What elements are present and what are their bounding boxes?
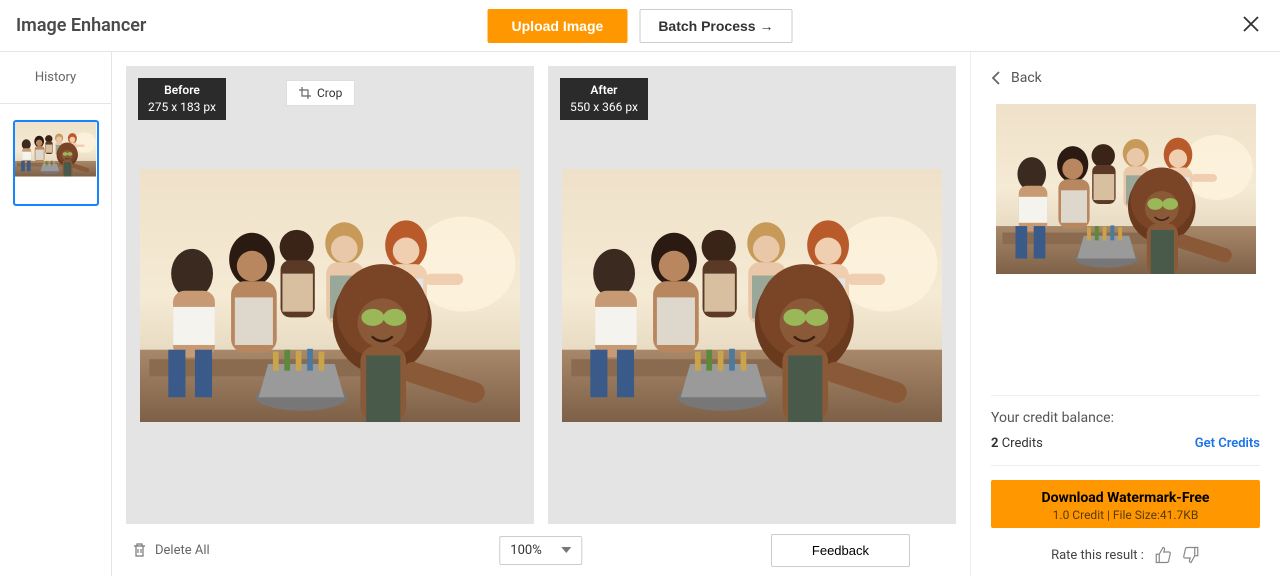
close-icon[interactable] — [1242, 14, 1260, 38]
credit-row: 2 Credits Get Credits — [991, 436, 1260, 451]
chevron-left-icon — [991, 70, 1001, 86]
history-tab[interactable]: History — [0, 52, 111, 104]
result-preview — [996, 104, 1256, 274]
crop-button[interactable]: Crop — [286, 80, 355, 106]
crop-icon — [299, 87, 311, 99]
back-button[interactable]: Back — [991, 70, 1260, 86]
download-button[interactable]: Download Watermark-Free 1.0 Credit | Fil… — [991, 480, 1260, 528]
batch-process-button[interactable]: Batch Process → — [639, 9, 792, 43]
after-image — [562, 169, 942, 422]
thumbs-down-icon[interactable] — [1182, 546, 1200, 564]
credit-block: Your credit balance: 2 Credits Get Credi… — [991, 385, 1260, 564]
divider — [991, 395, 1260, 396]
header-buttons: Upload Image Batch Process → — [488, 9, 793, 43]
before-label: Before — [148, 82, 216, 99]
crop-label: Crop — [317, 86, 342, 100]
upload-image-button[interactable]: Upload Image — [488, 9, 628, 43]
after-badge: After 550 x 366 px — [560, 78, 648, 120]
zoom-value: 100% — [510, 543, 541, 558]
download-label: Download Watermark-Free — [991, 490, 1260, 506]
main-footer: Delete All 100% Feedback — [112, 524, 970, 576]
thumbs-up-icon[interactable] — [1154, 546, 1172, 564]
trash-icon — [132, 542, 147, 558]
sidebar: History — [0, 52, 112, 576]
app-title: Image Enhancer — [16, 15, 146, 36]
history-thumbnail[interactable] — [13, 120, 99, 206]
main-area: Before 275 x 183 px Crop After 550 x 366… — [112, 52, 970, 576]
before-panel: Before 275 x 183 px Crop — [126, 66, 534, 524]
download-sublabel: 1.0 Credit | File Size:41.7KB — [991, 508, 1260, 522]
credit-balance-label: Your credit balance: — [991, 410, 1260, 426]
after-panel: After 550 x 366 px — [548, 66, 956, 524]
zoom-select[interactable]: 100% — [499, 536, 582, 565]
after-label: After — [570, 82, 638, 99]
rate-row: Rate this result : — [991, 546, 1260, 564]
header: Image Enhancer Upload Image Batch Proces… — [0, 0, 1280, 52]
get-credits-link[interactable]: Get Credits — [1195, 436, 1260, 451]
delete-all-button[interactable]: Delete All — [132, 542, 210, 558]
right-panel: Back Your credit balance: 2 Credits Get … — [970, 52, 1280, 576]
body: History Before 275 x 183 px Crop — [0, 52, 1280, 576]
delete-all-label: Delete All — [155, 543, 210, 558]
chevron-down-icon — [562, 547, 572, 553]
divider — [991, 465, 1260, 466]
before-image — [140, 169, 520, 422]
feedback-button[interactable]: Feedback — [771, 534, 910, 567]
before-badge: Before 275 x 183 px — [138, 78, 226, 120]
compare-row: Before 275 x 183 px Crop After 550 x 366… — [112, 52, 970, 524]
before-dimensions: 275 x 183 px — [148, 99, 216, 116]
credit-amount: 2 Credits — [991, 436, 1043, 451]
rate-label: Rate this result : — [1051, 548, 1144, 563]
after-dimensions: 550 x 366 px — [570, 99, 638, 116]
back-label: Back — [1011, 70, 1042, 86]
